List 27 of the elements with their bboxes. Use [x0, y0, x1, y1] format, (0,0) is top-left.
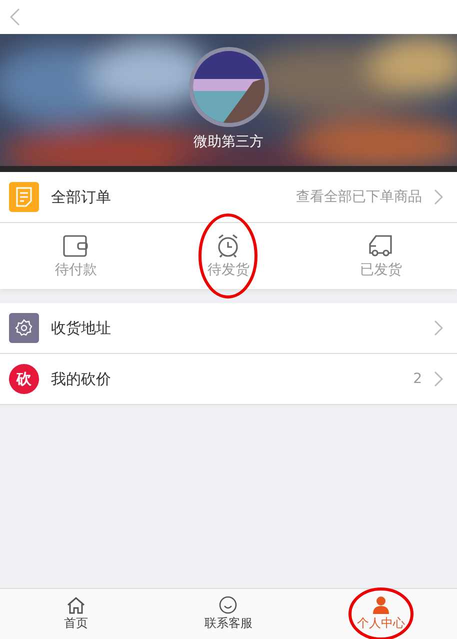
order-status-label: 待付款	[55, 260, 98, 278]
menu-label: 我的砍价	[51, 370, 112, 388]
bargain-glyph: 砍	[16, 370, 32, 388]
order-status-label: 已发货	[360, 260, 402, 278]
alarm-clock-icon	[216, 234, 240, 258]
back-icon[interactable]	[10, 8, 20, 26]
menu-item[interactable]: 砍 我的砍价 2	[0, 354, 457, 405]
all-orders-row[interactable]: 全部订单 查看全部已下单商品	[0, 172, 457, 223]
menu-item[interactable]: 收货地址	[0, 303, 457, 354]
order-status-label: 待发货	[207, 260, 250, 278]
menu-label: 收货地址	[51, 318, 112, 338]
person-icon	[372, 596, 390, 614]
orders-title: 全部订单	[51, 188, 112, 206]
smiley-icon	[219, 596, 238, 614]
tab[interactable]: 个人中心	[304, 589, 457, 639]
document-icon	[9, 182, 39, 212]
tab[interactable]: 首页	[0, 589, 152, 639]
chevron-right-icon	[434, 189, 443, 205]
settings-icon	[9, 313, 39, 343]
count: 2	[413, 371, 422, 387]
home-icon	[67, 596, 86, 614]
tab[interactable]: 联系客服	[152, 589, 305, 639]
truck-icon	[368, 234, 394, 258]
chevron-right-icon	[434, 371, 443, 387]
wallet-icon	[63, 234, 90, 258]
chevron-right-icon	[434, 320, 443, 336]
view-all-orders-link: 查看全部已下单商品	[296, 188, 422, 206]
